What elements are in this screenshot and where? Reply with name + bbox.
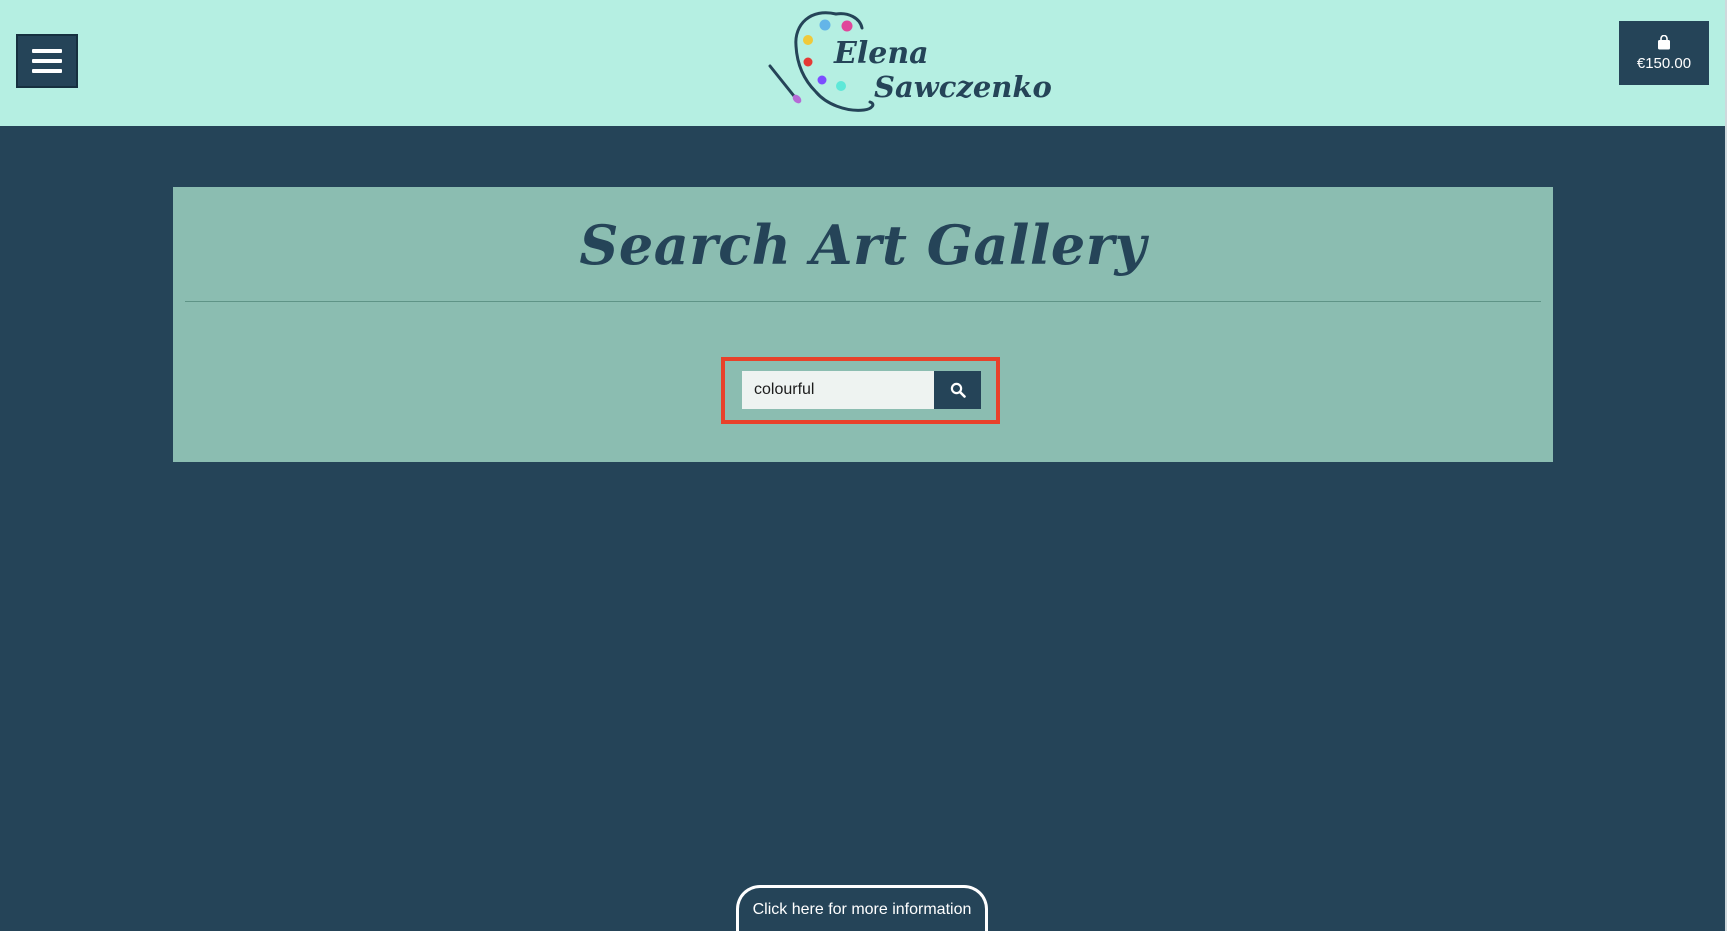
hamburger-icon-bar [32, 69, 62, 73]
page: Elena Sawczenko €150.00 Search Art Galle… [0, 0, 1727, 931]
cart-total: €150.00 [1636, 54, 1692, 72]
search-button[interactable] [934, 371, 981, 409]
search-icon [950, 382, 966, 398]
site-header: Elena Sawczenko €150.00 [0, 0, 1727, 126]
title-divider [185, 301, 1541, 302]
search-input[interactable] [742, 371, 934, 409]
site-logo[interactable]: Elena Sawczenko [766, 6, 1052, 116]
page-title: Search Art Gallery [579, 213, 1147, 277]
search-panel: Search Art Gallery [173, 187, 1553, 462]
hamburger-icon-bar [32, 59, 62, 63]
hamburger-icon-bar [32, 49, 62, 53]
cart-button[interactable]: €150.00 [1619, 21, 1709, 85]
logo-text-last-name: Sawczenko [874, 70, 1052, 104]
shopping-bag-icon [1658, 34, 1670, 49]
logo-text-first-name: Elena [834, 36, 929, 71]
menu-button[interactable] [16, 34, 78, 88]
more-information-tab[interactable]: Click here for more information [736, 885, 988, 931]
